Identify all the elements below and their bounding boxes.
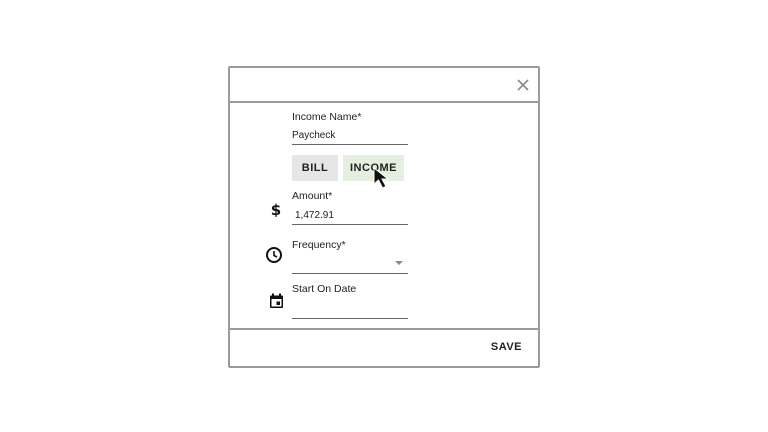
income-dialog: Income Name* Paycheck BILL INCOME $ Amou… [228, 66, 540, 368]
income-name-label: Income Name* [292, 111, 362, 123]
income-name-underline [292, 144, 408, 145]
close-button[interactable] [513, 75, 533, 95]
amount-input[interactable]: 1,472.91 [295, 210, 334, 221]
start-date-label: Start On Date [292, 283, 357, 295]
dollar-icon: $ [271, 201, 281, 217]
calendar-icon [270, 293, 283, 308]
start-date-underline [292, 318, 408, 319]
save-button[interactable]: SAVE [491, 341, 522, 353]
income-name-input[interactable]: Paycheck [292, 130, 335, 141]
dialog-footer: SAVE [230, 328, 538, 368]
amount-label: Amount* [292, 190, 333, 202]
frequency-label: Frequency* [292, 239, 346, 251]
close-icon [517, 79, 529, 91]
clock-icon [266, 247, 282, 263]
amount-underline [292, 224, 408, 225]
mouse-cursor-icon [373, 167, 390, 189]
svg-text:$: $ [271, 201, 281, 217]
bill-toggle-button[interactable]: BILL [292, 155, 338, 181]
chevron-down-icon[interactable] [395, 261, 403, 265]
dialog-header [230, 68, 538, 103]
frequency-underline [292, 273, 408, 274]
